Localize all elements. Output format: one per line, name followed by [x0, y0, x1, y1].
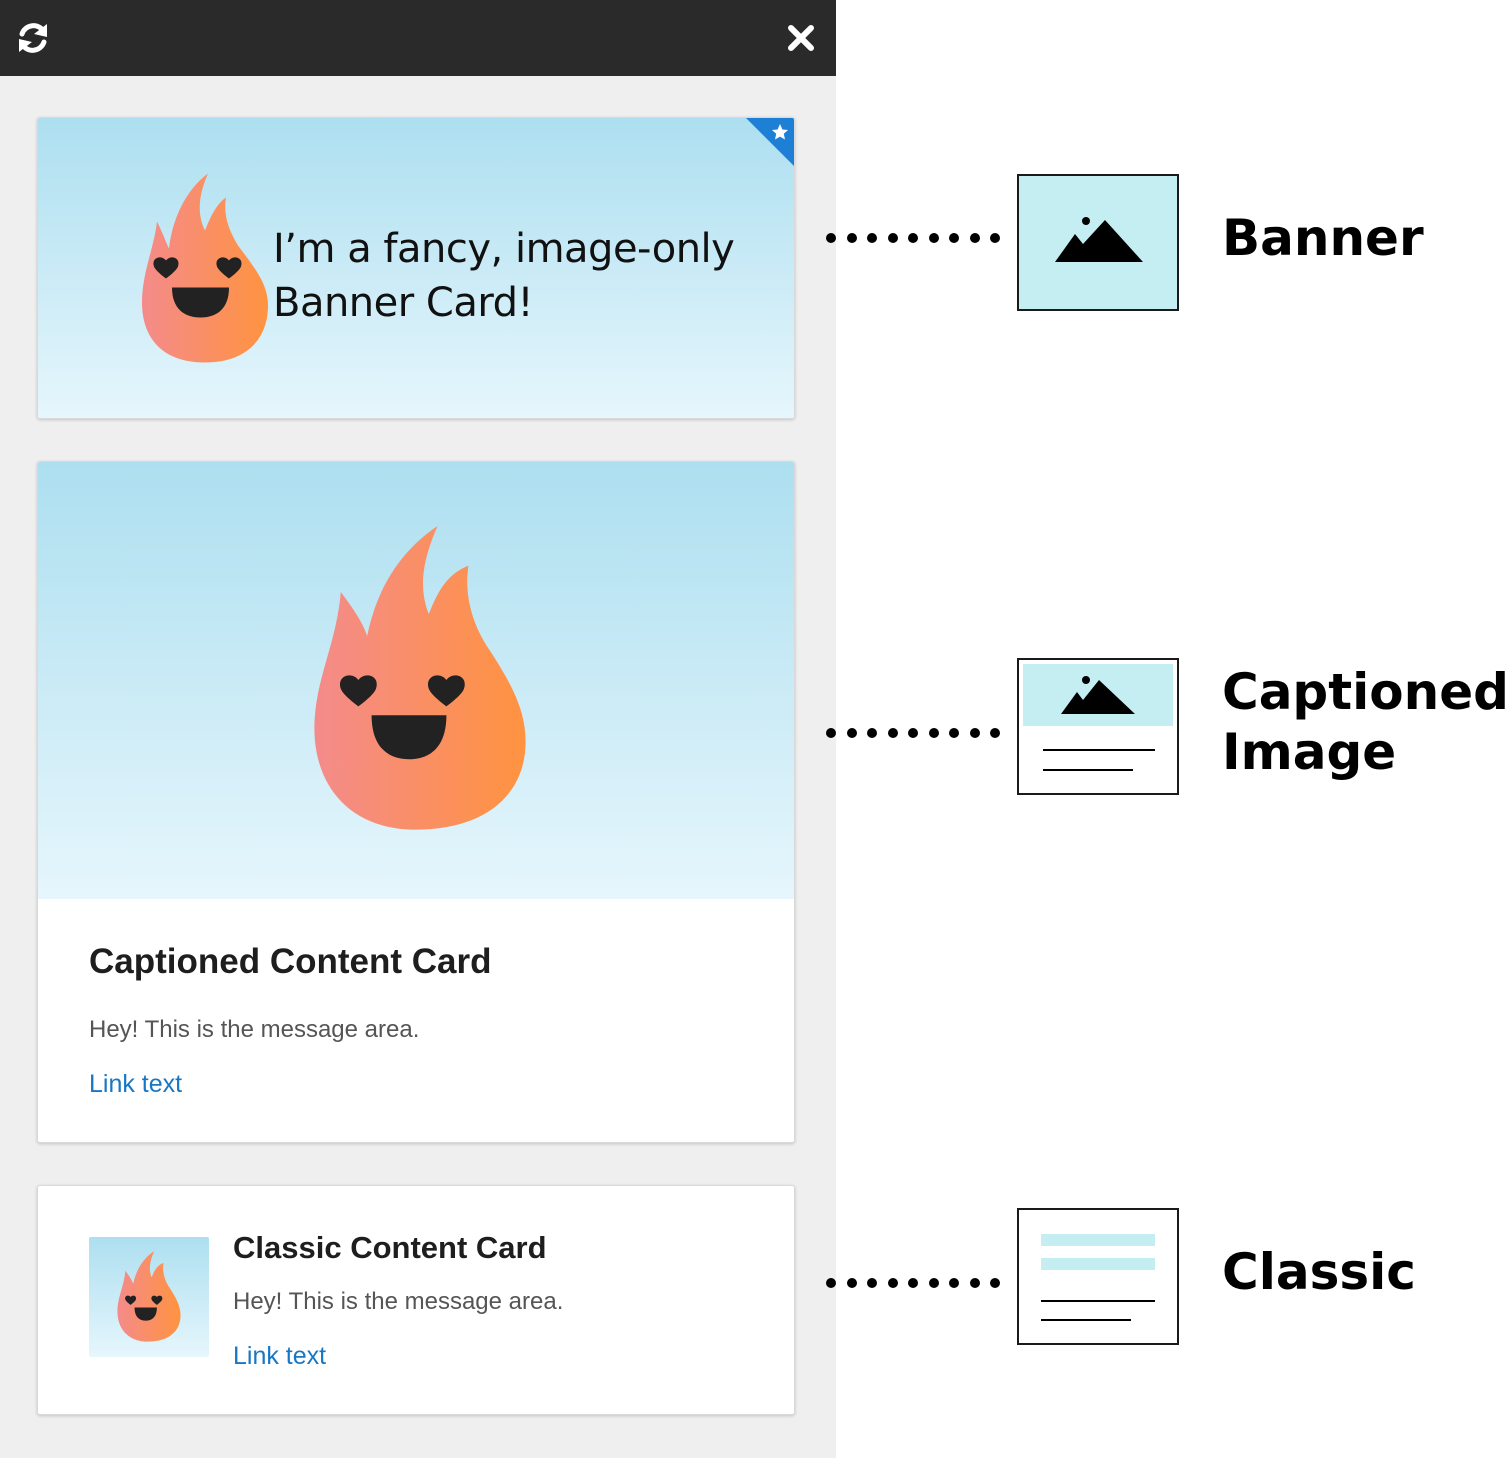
banner-card[interactable]: I’m a fancy, image-only Banner Card!	[37, 117, 795, 419]
banner-text-line1: I’m a fancy, image-only	[273, 226, 735, 272]
captioned-card-title: Captioned Content Card	[89, 942, 492, 981]
captioned-image-type-label: Captioned Image	[1222, 662, 1506, 782]
close-icon	[788, 25, 814, 51]
classic-text-icon	[1041, 1234, 1155, 1321]
banner-text: I’m a fancy, image-only Banner Card!	[273, 222, 753, 330]
captioned-label-line2: Image	[1222, 723, 1397, 781]
flame-mascot-icon	[314, 526, 526, 830]
feed-toolbar	[0, 0, 836, 76]
pinned-star-icon	[746, 118, 794, 166]
captioned-image-icon	[1023, 664, 1173, 771]
captioned-image-type-icon	[1017, 658, 1179, 795]
refresh-icon	[19, 23, 47, 53]
classic-type-icon	[1017, 1208, 1179, 1345]
banner-text-line2: Banner Card!	[273, 280, 534, 326]
banner-connector-dots	[826, 233, 1000, 243]
classic-card-message: Hey! This is the message area.	[233, 1288, 564, 1315]
captioned-card-image	[38, 462, 794, 899]
flame-mascot-icon	[117, 1251, 181, 1342]
content-cards-feed: I’m a fancy, image-only Banner Card! Cap…	[0, 0, 836, 1458]
captioned-content-card[interactable]: Captioned Content Card Hey! This is the …	[37, 461, 795, 1143]
classic-card-thumbnail	[89, 1237, 209, 1357]
banner-type-label: Banner	[1222, 209, 1424, 267]
classic-card-title: Classic Content Card	[233, 1230, 547, 1265]
classic-content-card[interactable]: Classic Content Card Hey! This is the me…	[37, 1185, 795, 1415]
close-button[interactable]	[781, 18, 821, 58]
classic-card-link[interactable]: Link text	[233, 1342, 326, 1371]
captioned-card-link[interactable]: Link text	[89, 1070, 182, 1099]
captioned-card-message: Hey! This is the message area.	[89, 1016, 420, 1043]
captioned-label-line1: Captioned	[1222, 663, 1506, 721]
classic-connector-dots	[826, 1278, 1000, 1288]
captioned-connector-dots	[826, 728, 1000, 738]
classic-type-label: Classic	[1222, 1243, 1416, 1301]
flame-mascot-icon	[142, 173, 268, 363]
banner-type-icon	[1017, 174, 1179, 311]
image-icon	[1055, 217, 1143, 262]
refresh-button[interactable]	[13, 18, 53, 58]
